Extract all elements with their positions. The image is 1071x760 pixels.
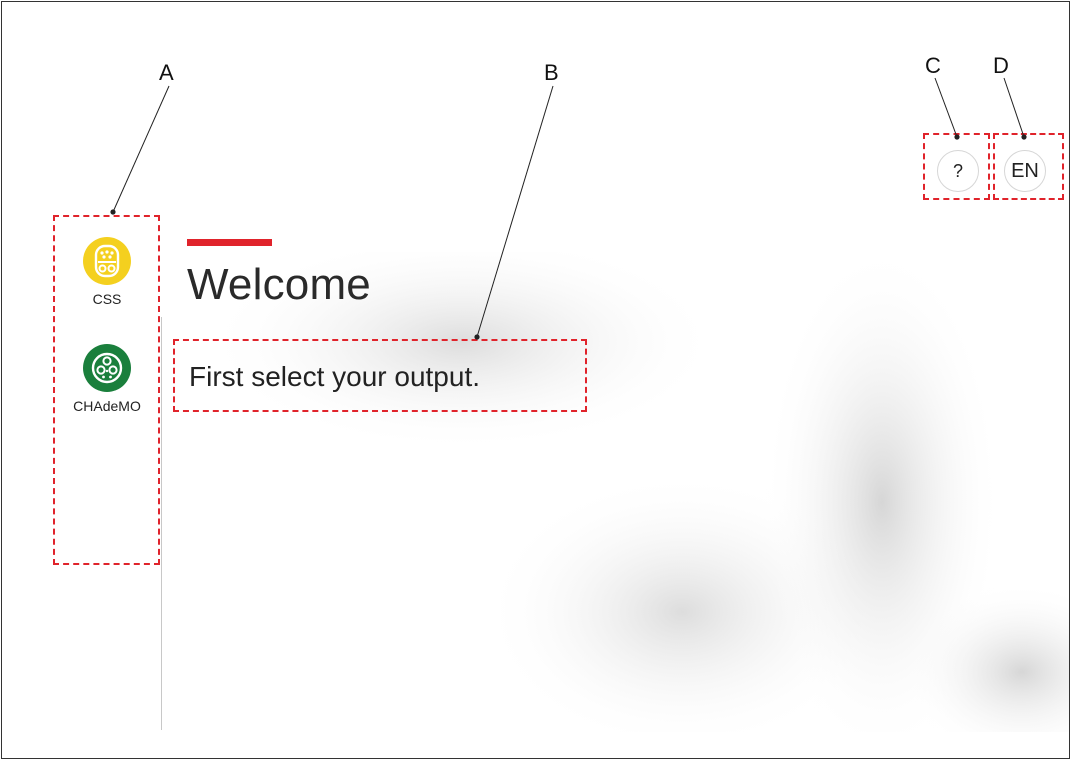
page-title: Welcome (187, 260, 371, 309)
callout-box-b (173, 339, 587, 412)
diagram-frame: CSS CHAdeMO Welcome First select your ou… (1, 1, 1070, 759)
callout-label-d: D (993, 53, 1009, 78)
callout-label-b: B (544, 60, 559, 85)
callout-box-c (923, 133, 990, 200)
title-accent-bar (187, 239, 272, 246)
callout-box-d (993, 133, 1064, 200)
callout-label-c: C (925, 53, 941, 78)
callout-box-a (53, 215, 160, 565)
callout-label-a: A (159, 60, 174, 85)
background-wave (162, 252, 1069, 732)
sidebar-divider (161, 317, 162, 730)
